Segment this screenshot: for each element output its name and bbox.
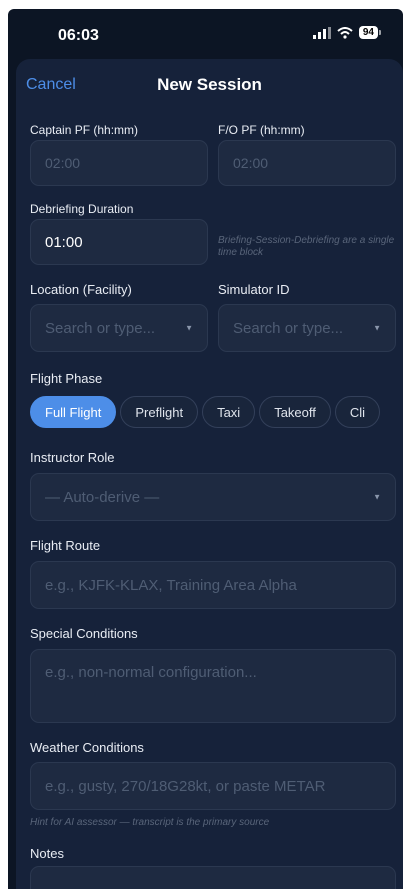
sheet-header: Cancel New Session	[16, 59, 403, 113]
captain-pf-placeholder: 02:00	[45, 155, 81, 171]
fo-pf-placeholder: 02:00	[233, 155, 269, 171]
chip-takeoff[interactable]: Takeoff	[259, 396, 331, 428]
flight-phase-label: Flight Phase	[30, 371, 103, 386]
simulator-placeholder: Search or type...	[233, 319, 344, 337]
debriefing-label: Debriefing Duration	[30, 202, 134, 216]
flight-route-placeholder: e.g., KJFK-KLAX, Training Area Alpha	[45, 576, 297, 594]
notes-label: Notes	[30, 846, 64, 861]
weather-placeholder: e.g., gusty, 270/18G28kt, or paste METAR	[45, 777, 326, 795]
cellular-signal-icon	[312, 26, 331, 39]
weather-hint: Hint for AI assessor — transcript is the…	[30, 817, 270, 828]
caret-down-icon: ▼	[373, 323, 381, 333]
chip-climb[interactable]: Cli	[334, 396, 381, 428]
chip-full-flight[interactable]: Full Flight	[30, 396, 117, 428]
caret-down-icon: ▼	[185, 323, 193, 333]
simulator-select[interactable]: Search or type... ▼	[218, 304, 396, 352]
debriefing-value: 01:00	[45, 233, 83, 251]
captain-pf-input[interactable]: 02:00	[30, 140, 208, 186]
chip-taxi[interactable]: Taxi	[202, 396, 256, 428]
status-icons: 94	[312, 26, 381, 39]
battery-level: 94	[358, 26, 378, 39]
notes-textarea[interactable]	[30, 866, 396, 889]
page-title: New Session	[157, 75, 262, 94]
location-placeholder: Search or type...	[45, 319, 156, 337]
location-label: Location (Facility)	[30, 282, 132, 297]
flight-route-label: Flight Route	[30, 538, 101, 553]
special-conditions-label: Special Conditions	[30, 626, 138, 641]
instructor-role-value: — Auto-derive —	[45, 488, 160, 506]
wifi-icon	[337, 26, 353, 39]
simulator-label: Simulator ID	[218, 282, 290, 297]
location-select[interactable]: Search or type... ▼	[30, 304, 208, 352]
special-conditions-placeholder: e.g., non-normal configuration...	[45, 664, 257, 681]
instructor-role-label: Instructor Role	[30, 450, 115, 465]
weather-input[interactable]: e.g., gusty, 270/18G28kt, or paste METAR	[30, 762, 396, 810]
debriefing-hint: Briefing-Session-Debriefing are a single…	[218, 235, 395, 258]
status-bar: 06:03 94	[8, 9, 403, 61]
instructor-role-select[interactable]: — Auto-derive — ▼	[30, 473, 396, 521]
caret-down-icon: ▼	[373, 492, 381, 502]
app-frame: 06:03 94 Cancel New Session Captain PF (…	[8, 9, 403, 889]
flight-route-input[interactable]: e.g., KJFK-KLAX, Training Area Alpha	[30, 561, 396, 609]
fo-pf-input[interactable]: 02:00	[218, 140, 396, 186]
debriefing-input[interactable]: 01:00	[30, 219, 208, 265]
flight-phase-chips: Full Flight Preflight Taxi Takeoff Cli	[30, 396, 403, 430]
chip-preflight[interactable]: Preflight	[120, 396, 199, 428]
status-time: 06:03	[58, 27, 99, 44]
battery-icon: 94	[358, 26, 381, 39]
special-conditions-textarea[interactable]: e.g., non-normal configuration...	[30, 649, 396, 723]
weather-label: Weather Conditions	[30, 740, 144, 755]
fo-pf-label: F/O PF (hh:mm)	[218, 123, 305, 137]
captain-pf-label: Captain PF (hh:mm)	[30, 123, 139, 137]
